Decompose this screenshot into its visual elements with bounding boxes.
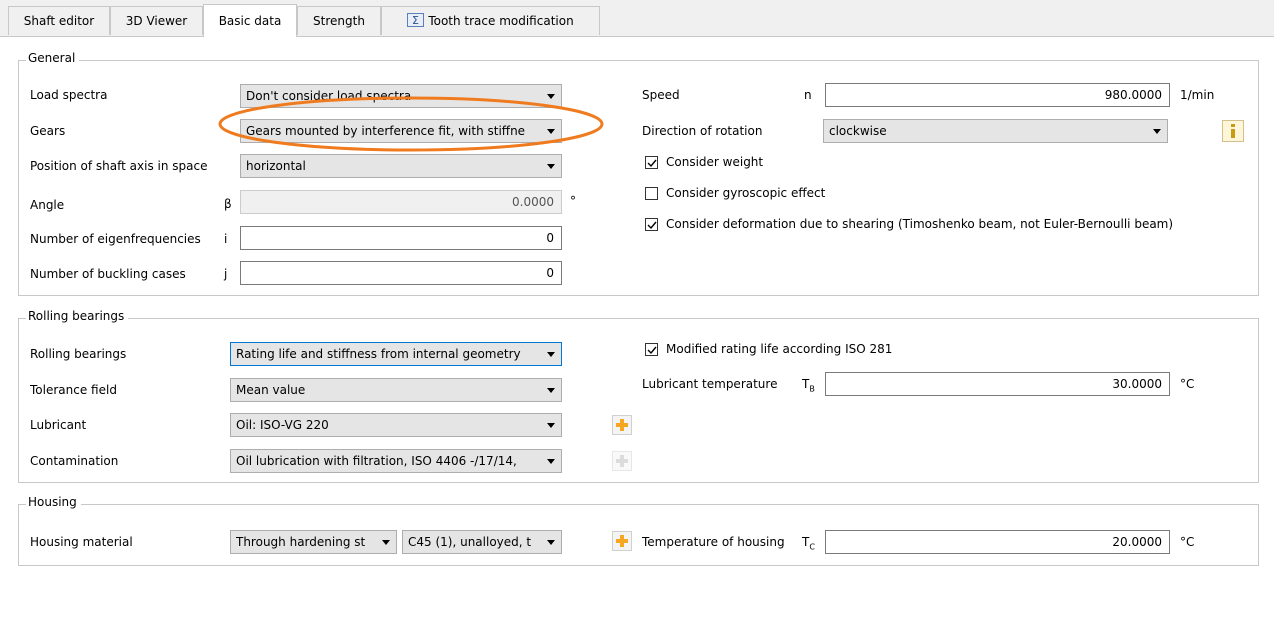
housing-material-type-value: Through hardening st [236,535,366,549]
rotation-label: Direction of rotation [642,124,763,138]
chevron-down-icon [547,423,555,428]
svg-text:Σ: Σ [412,14,419,27]
shearing-label: Consider deformation due to shearing (Ti… [666,217,1174,231]
contamination-value: Oil lubrication with filtration, ISO 440… [236,454,517,468]
housing-title: Housing [26,495,81,509]
angle-unit: ° [570,194,576,208]
rolling-bearings-group [18,318,1259,483]
lubricant-temperature-symbol: TB [802,377,815,394]
eigenfrequencies-symbol: i [224,232,228,246]
checkmark-icon [647,221,657,230]
tab-3d-viewer[interactable]: 3D Viewer [110,6,203,35]
chevron-down-icon [547,129,555,134]
chevron-down-icon [547,94,555,99]
gears-select[interactable]: Gears mounted by interference fit, with … [240,119,562,143]
speed-unit: 1/min [1180,88,1215,102]
lubricant-temperature-label: Lubricant temperature [642,377,778,391]
add-lubricant-button[interactable] [612,415,632,435]
speed-label: Speed [642,88,680,102]
sum-icon: Σ [407,9,425,27]
buckling-input[interactable] [240,261,562,285]
lubricant-temperature-input[interactable] [825,372,1170,396]
position-axis-value: horizontal [246,159,306,173]
tolerance-select[interactable]: Mean value [230,378,562,402]
lubricant-temperature-unit: °C [1180,377,1195,391]
chevron-down-icon [547,164,555,169]
plus-icon [616,455,628,467]
angle-symbol: β [224,197,232,211]
position-axis-select[interactable]: horizontal [240,154,562,178]
chevron-down-icon [547,459,555,464]
gyroscopic-checkbox[interactable] [645,187,658,200]
contamination-select[interactable]: Oil lubrication with filtration, ISO 440… [230,449,562,473]
speed-symbol: n [804,88,812,102]
gyroscopic-label: Consider gyroscopic effect [666,186,826,200]
rotation-select[interactable]: clockwise [823,119,1168,143]
modified-rating-life-checkbox[interactable] [645,343,658,356]
general-title: General [26,51,80,65]
chevron-down-icon [547,540,555,545]
tab-label: Strength [313,14,365,28]
buckling-symbol: j [224,267,228,281]
tab-label: Shaft editor [23,14,95,28]
chevron-down-icon [547,352,555,357]
tolerance-label: Tolerance field [30,383,117,397]
tab-tooth-trace-modification[interactable]: Σ Tooth trace modification [381,6,600,35]
tab-label: Tooth trace modification [428,14,574,28]
load-spectra-label: Load spectra [30,88,108,102]
position-axis-label: Position of shaft axis in space [30,159,208,173]
tab-strength[interactable]: Strength [297,6,381,35]
rolling-bearings-label: Rolling bearings [30,347,127,361]
angle-input[interactable] [240,190,562,214]
housing-material-value: C45 (1), unalloyed, t [408,535,532,549]
housing-material-select[interactable]: C45 (1), unalloyed, t [402,530,562,554]
buckling-label: Number of buckling cases [30,267,186,281]
housing-material-label: Housing material [30,535,133,549]
consider-weight-label: Consider weight [666,155,764,169]
add-housing-material-button[interactable] [612,531,632,551]
load-spectra-select[interactable]: Don't consider load spectra [240,84,562,108]
add-contamination-button[interactable] [612,451,632,471]
contamination-label: Contamination [30,454,119,468]
plus-icon [616,419,628,431]
lubricant-label: Lubricant [30,418,87,432]
modified-rating-life-label: Modified rating life according ISO 281 [666,342,893,356]
housing-temperature-input[interactable] [825,530,1170,554]
housing-temperature-label: Temperature of housing [642,535,785,549]
checkmark-icon [647,346,657,355]
housing-material-type-select[interactable]: Through hardening st [230,530,397,554]
gears-label: Gears [30,124,66,138]
chevron-down-icon [547,388,555,393]
tab-shaft-editor[interactable]: Shaft editor [8,6,110,35]
info-icon [1231,124,1235,138]
rolling-bearings-title: Rolling bearings [26,309,129,323]
tab-bar: Shaft editor 3D Viewer Basic data Streng… [0,0,1274,37]
speed-input[interactable] [825,83,1170,107]
eigenfrequencies-label: Number of eigenfrequencies [30,232,201,246]
housing-temperature-symbol: TC [802,535,815,552]
chevron-down-icon [1153,129,1161,134]
chevron-down-icon [382,540,390,545]
consider-weight-checkbox[interactable] [645,156,658,169]
checkmark-icon [647,159,657,168]
tab-basic-data[interactable]: Basic data [203,4,297,37]
rolling-bearings-select[interactable]: Rating life and stiffness from internal … [230,342,562,366]
shearing-checkbox[interactable] [645,218,658,231]
tab-label: Basic data [218,14,282,28]
lubricant-select[interactable]: Oil: ISO-VG 220 [230,413,562,437]
rotation-value: clockwise [829,124,887,138]
plus-icon [616,535,628,547]
info-button[interactable] [1222,120,1244,142]
tolerance-value: Mean value [236,383,306,397]
gears-value: Gears mounted by interference fit, with … [246,124,526,138]
angle-label: Angle [30,198,65,212]
load-spectra-value: Don't consider load spectra [246,89,412,103]
lubricant-value: Oil: ISO-VG 220 [236,418,329,432]
eigenfrequencies-input[interactable] [240,226,562,250]
rolling-bearings-value: Rating life and stiffness from internal … [236,347,521,361]
tab-label: 3D Viewer [125,14,188,28]
housing-temperature-unit: °C [1180,535,1195,549]
